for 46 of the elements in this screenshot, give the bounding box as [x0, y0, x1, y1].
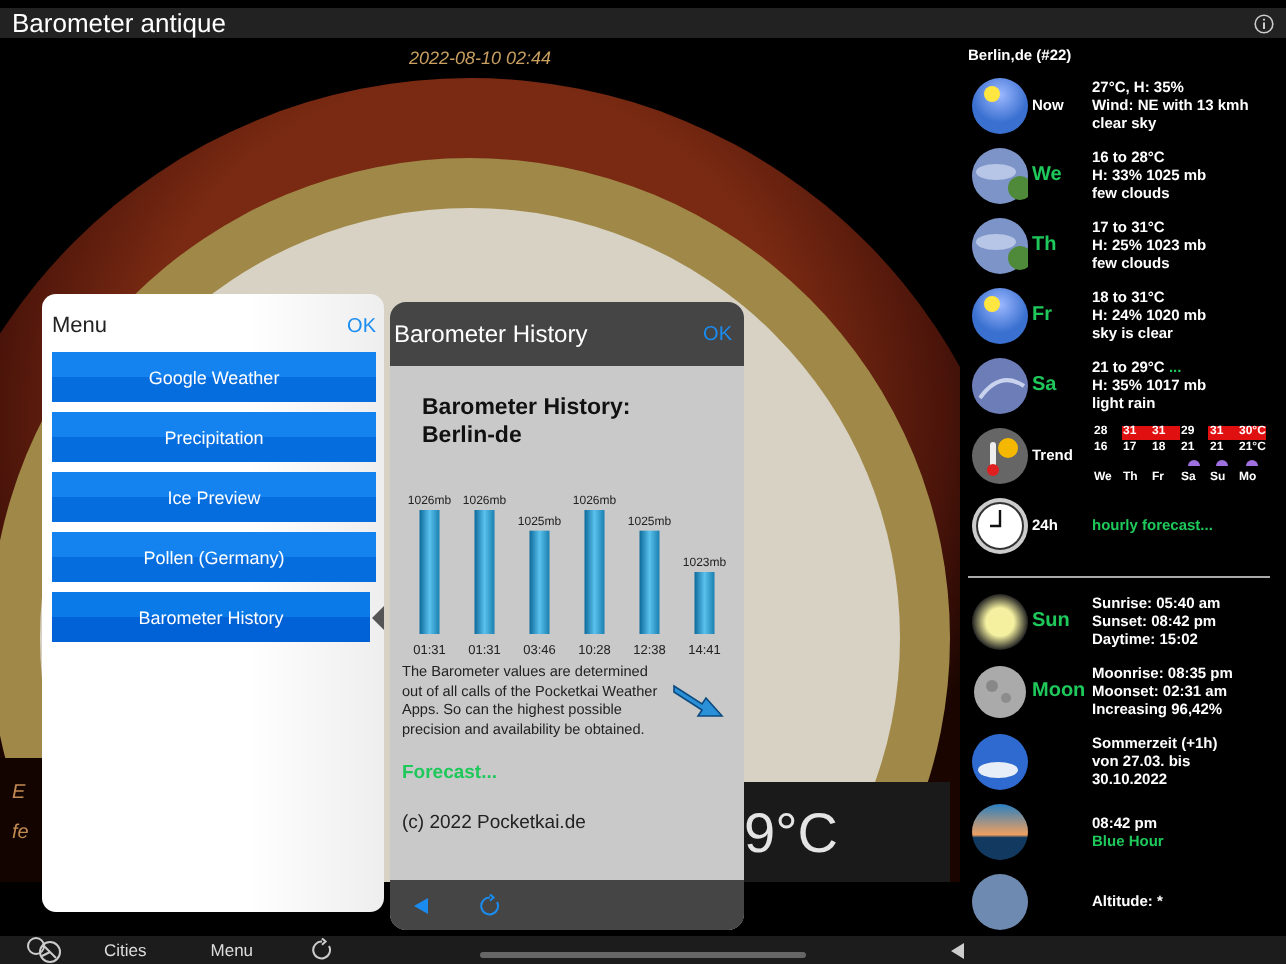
gears-icon[interactable] — [24, 936, 64, 964]
cloudy-sky-icon — [972, 147, 1028, 203]
pressure-bar — [529, 530, 550, 634]
globe-icon — [972, 873, 1028, 929]
ok-button[interactable]: OK — [699, 323, 736, 345]
caption-text: E — [12, 782, 26, 804]
rain-sky-icon — [972, 357, 1028, 413]
day-label: Sun — [1032, 610, 1072, 632]
clock-icon — [972, 497, 1028, 553]
window-title: Barometer antique — [12, 8, 226, 38]
sunny-sky-icon — [972, 287, 1028, 343]
day-label: Sa — [1032, 374, 1059, 396]
menu-item[interactable]: Google Weather — [52, 352, 376, 402]
dialog-title: Barometer History — [394, 320, 588, 348]
sun-icon — [972, 593, 1028, 649]
day-label: Th — [1032, 234, 1059, 256]
pressure-bar — [474, 510, 495, 634]
refresh-icon[interactable] — [309, 938, 334, 962]
cloud-sky-icon — [972, 733, 1028, 789]
day-label: Moon — [1032, 680, 1088, 702]
cloudy-sky-icon — [972, 217, 1028, 273]
back-icon[interactable] — [949, 941, 966, 959]
sunset-sea-icon — [972, 803, 1028, 859]
menu-item[interactable]: Barometer History — [52, 592, 370, 642]
menu-tab[interactable]: Menu — [198, 940, 266, 960]
menu-title: Menu — [52, 314, 108, 338]
copyright-text: (c) 2022 Pocketkai.de — [402, 812, 588, 834]
pressure-bar — [639, 530, 660, 634]
temperature-text: 9°C — [744, 802, 838, 866]
timestamp: 2022-08-10 02:44 — [408, 48, 552, 70]
day-label: We — [1032, 164, 1064, 186]
caption-text: fe — [12, 822, 29, 844]
pressure-bar — [694, 572, 715, 634]
day-label: Fr — [1032, 304, 1054, 326]
pressure-bar — [584, 510, 605, 634]
menu-item[interactable]: Precipitation — [52, 412, 376, 462]
thermometer-sun-icon — [972, 427, 1028, 483]
cities-tab[interactable]: Cities — [92, 940, 159, 960]
menu-item[interactable]: Pollen (Germany) — [52, 532, 376, 582]
moon-icon — [972, 663, 1028, 719]
pressure-bar — [419, 510, 440, 634]
sunny-sky-icon — [972, 77, 1028, 133]
ok-button[interactable]: OK — [343, 315, 380, 337]
info-icon[interactable] — [1254, 13, 1274, 33]
history-heading: Barometer History: Berlin-de — [420, 394, 633, 450]
menu-item[interactable]: Ice Preview — [52, 472, 376, 522]
